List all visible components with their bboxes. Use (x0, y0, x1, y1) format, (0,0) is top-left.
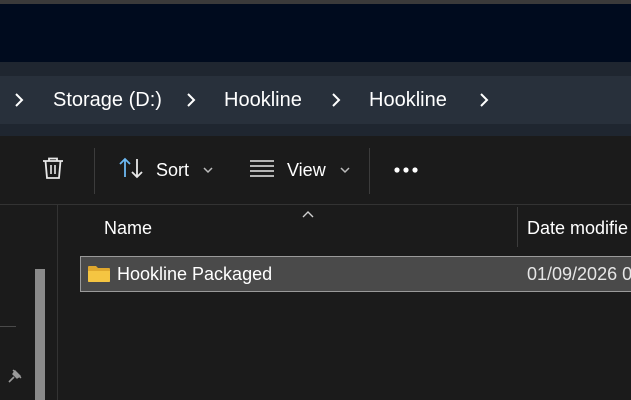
delete-button[interactable] (40, 136, 66, 204)
chevron-down-icon (340, 161, 350, 179)
view-button[interactable]: View (249, 136, 350, 204)
file-list: Name Date modifie Hookline Packaged 01/0… (58, 205, 631, 400)
toolbar-separator (369, 148, 370, 194)
chevron-down-icon (203, 161, 213, 179)
nav-divider (0, 326, 16, 327)
breadcrumb-hookline-1[interactable]: Hookline (224, 76, 302, 124)
file-date: 01/09/2026 0 (527, 264, 631, 284)
trash-icon (40, 155, 66, 186)
pin-icon[interactable] (7, 368, 23, 389)
sort-icon (118, 156, 144, 185)
view-label: View (287, 159, 326, 180)
sort-label: Sort (156, 159, 190, 180)
chevron-right-icon[interactable] (479, 76, 493, 124)
breadcrumb-storage[interactable]: Storage (D:) (53, 76, 162, 124)
list-item[interactable]: Hookline Packaged 01/09/2026 0 (80, 256, 631, 292)
toolbar-separator (94, 148, 95, 194)
command-bar: Sort View (0, 136, 631, 205)
column-header-date[interactable]: Date modifie (527, 214, 628, 242)
more-icon (393, 161, 419, 179)
sort-ascending-icon (302, 205, 314, 223)
sort-button[interactable]: Sort (118, 136, 213, 204)
chevron-right-icon[interactable] (14, 76, 28, 124)
title-bar (0, 4, 631, 62)
chevron-right-icon[interactable] (186, 76, 200, 124)
nav-scrollbar-thumb[interactable] (35, 269, 45, 400)
column-separator[interactable] (517, 207, 518, 247)
address-bar-region: Storage (D:) Hookline Hookline (0, 62, 631, 136)
view-icon (249, 158, 275, 183)
folder-icon (87, 265, 111, 288)
address-bar[interactable]: Storage (D:) Hookline Hookline (0, 76, 631, 124)
file-name: Hookline Packaged (117, 264, 273, 284)
chevron-right-icon[interactable] (331, 76, 345, 124)
column-header-name[interactable]: Name (104, 214, 152, 242)
more-options-button[interactable] (393, 136, 419, 204)
breadcrumb-hookline-2[interactable]: Hookline (369, 76, 447, 124)
navigation-pane (0, 205, 58, 400)
